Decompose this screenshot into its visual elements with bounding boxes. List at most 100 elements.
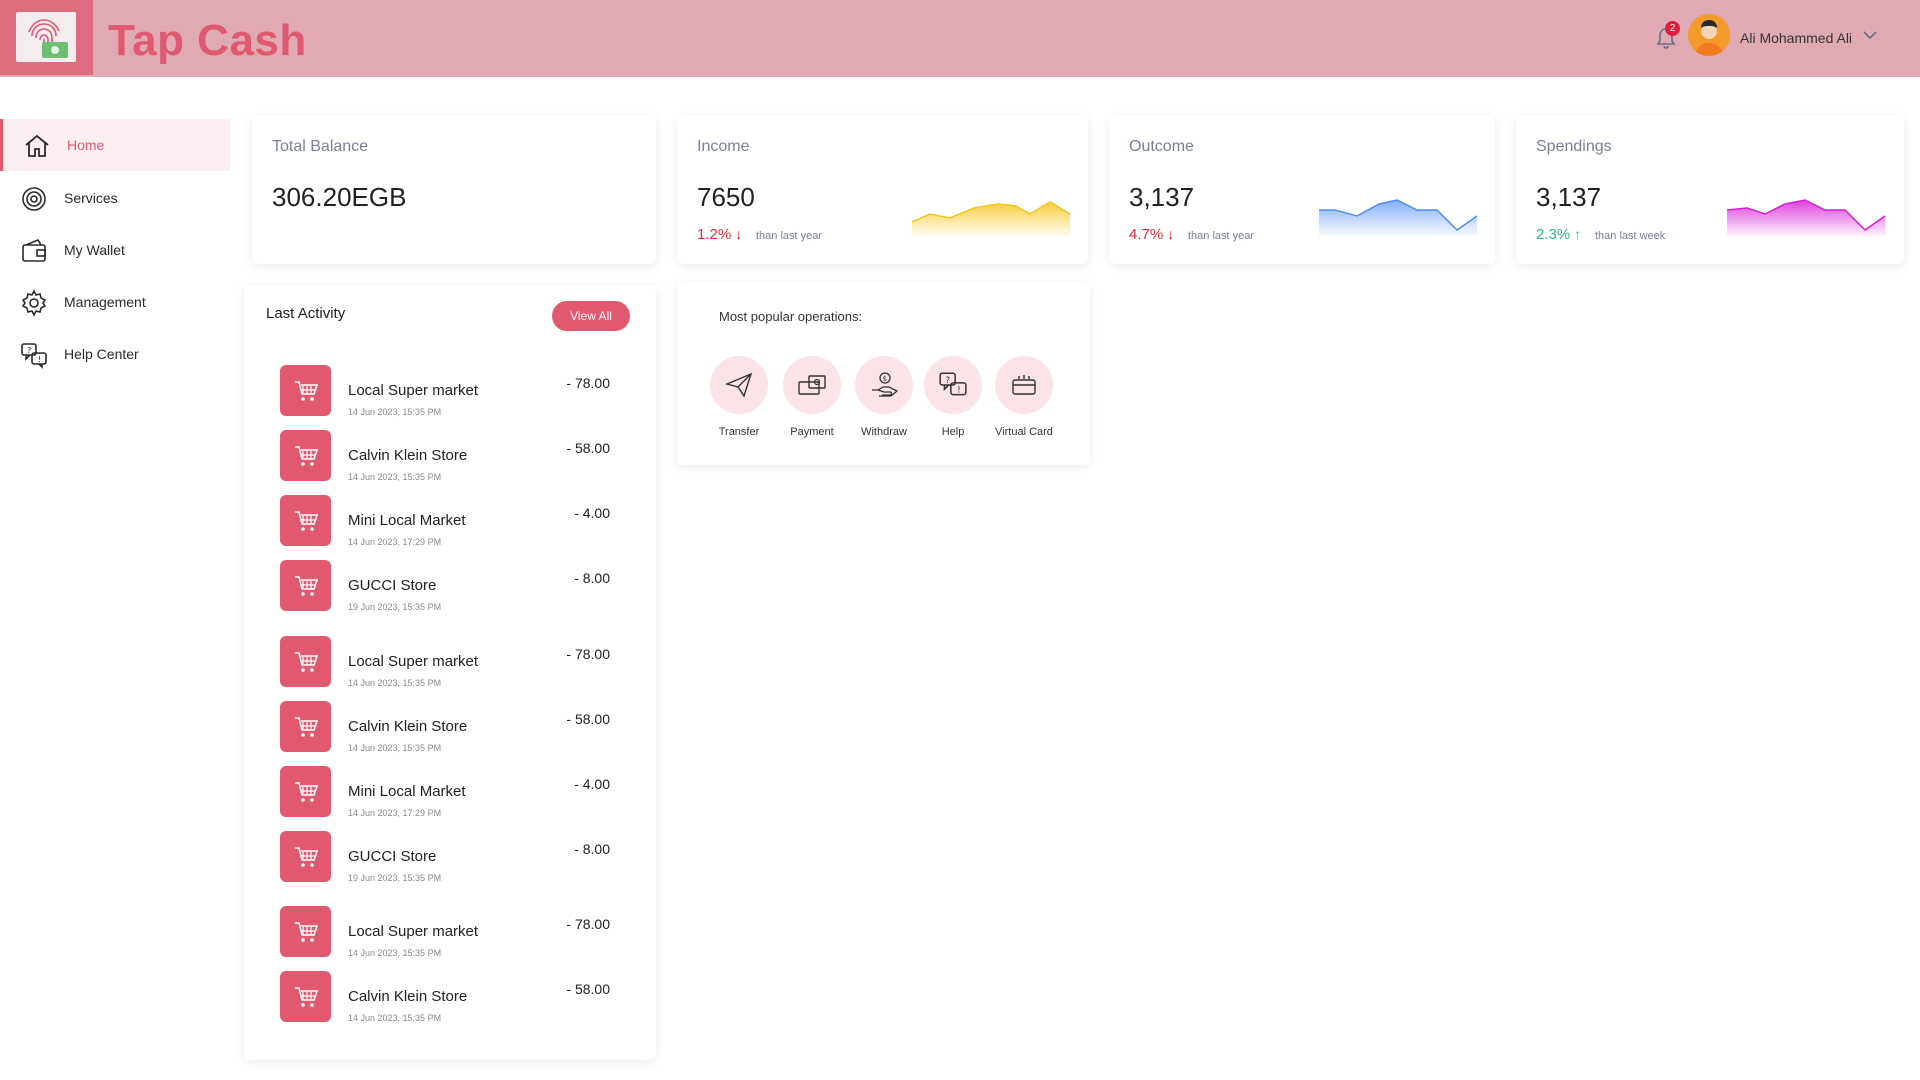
activity-date: 19 Jun 2023, 15:35 PM [348,602,442,612]
app-title: Tap Cash [108,16,307,65]
sidebar-item-label: Services [64,190,118,206]
svg-text:?: ? [27,346,31,355]
svg-text:$: $ [883,375,887,383]
activity-row[interactable]: Local Super market 14 Jun 2023, 15:35 PM -… [280,906,610,966]
activity-row[interactable]: Calvin Klein Store 14 Jun 2023, 15:35 PM -… [280,971,610,1031]
spendings-delta-percent: 2.3% [1536,226,1571,243]
operation-payment[interactable]: Payment [772,356,852,438]
activity-merchant: Calvin Klein Store [348,988,468,1005]
operation-label: Withdraw [861,426,907,438]
payment-icon [783,356,841,414]
shopping-cart-icon [280,701,331,752]
income-label: Income [697,138,750,155]
sidebar-item-home[interactable]: Home [0,119,230,171]
view-all-button[interactable]: View All [552,301,630,331]
activity-row[interactable]: Mini Local Market 14 Jun 2023, 17:29 PM - … [280,495,610,555]
operation-label: Payment [790,426,834,438]
user-name[interactable]: Ali Mohammed Ali [1740,30,1852,46]
activity-date: 14 Jun 2023, 15:35 PM [348,678,442,688]
operation-label: Help [941,426,965,438]
outcome-delta: 4.7% ↓ than last year [1129,226,1254,243]
activity-merchant: Calvin Klein Store [348,447,468,464]
activity-amount: - 8.00 [574,570,610,586]
operation-transfer[interactable]: Transfer [699,356,779,438]
sidebar-item-management[interactable]: Management [0,276,230,328]
notification-badge: 2 [1665,21,1680,36]
gear-icon [21,289,47,317]
arrow-up-icon: ↑ [1574,226,1582,242]
activity-row[interactable]: Mini Local Market 14 Jun 2023, 17:29 PM - … [280,766,610,826]
sidebar-item-services[interactable]: Services [0,172,230,224]
operation-virtual-card[interactable]: Virtual Card [984,356,1064,438]
app-logo[interactable] [0,0,93,75]
activity-amount: - 4.00 [574,505,610,521]
activity-amount: - 58.00 [566,981,610,997]
activity-row[interactable]: Local Super market 14 Jun 2023, 15:35 PM -… [280,636,610,696]
income-delta-caption: than last year [755,230,823,242]
fingerprint-cash-icon [16,12,76,62]
activity-amount: - 58.00 [566,711,610,727]
operation-help[interactable]: ?! Help [913,356,993,438]
total-balance-value: 306.20EGB [272,182,407,212]
activity-merchant: Calvin Klein Store [348,718,468,735]
sidebar-item-label: Home [67,137,105,153]
activity-date: 14 Jun 2023, 15:35 PM [348,948,442,958]
shopping-cart-icon [280,495,331,546]
activity-row[interactable]: Calvin Klein Store 14 Jun 2023, 15:35 PM -… [280,430,610,490]
top-bar: Tap Cash 2 Ali Mohammed Ali [0,0,1920,77]
operation-withdraw[interactable]: $ Withdraw [844,356,924,438]
svg-text:!: ! [38,355,41,364]
activity-amount: - 4.00 [574,776,610,792]
activity-date: 14 Jun 2023, 15:35 PM [348,1013,442,1023]
virtual-card-icon [995,356,1053,414]
activity-row[interactable]: Local Super market 14 Jun 2023, 15:35 PM -… [280,365,610,425]
arrow-down-icon: ↓ [1167,226,1175,242]
activity-amount: - 78.00 [566,375,610,391]
shopping-cart-icon [280,365,331,416]
shopping-cart-icon [280,560,331,611]
shopping-cart-icon [280,636,331,687]
spendings-value: 3,137 [1536,182,1602,212]
sidebar-item-my-wallet[interactable]: My Wallet [0,224,230,276]
activity-row[interactable]: GUCCI Store 19 Jun 2023, 15:35 PM - 8.00 [280,831,610,891]
home-icon [25,134,49,157]
outcome-sparkline [1319,199,1478,236]
activity-date: 14 Jun 2023, 17:29 PM [348,808,442,818]
sidebar-item-help-center[interactable]: ? ! Help Center [0,328,230,380]
total-balance-card: Total Balance 306.20EGB [252,116,656,264]
help-chat-icon: ? ! [21,343,47,369]
activity-merchant: Mini Local Market [348,783,466,800]
activity-date: 14 Jun 2023, 15:35 PM [348,743,442,753]
activity-row[interactable]: GUCCI Store 19 Jun 2023, 15:35 PM - 8.00 [280,560,610,620]
activity-amount: - 78.00 [566,646,610,662]
services-icon [22,187,46,211]
activity-merchant: Local Super market [348,653,479,670]
last-activity-title: Last Activity [266,305,346,322]
chevron-down-icon[interactable] [1862,30,1878,40]
outcome-delta-percent: 4.7% [1129,226,1164,243]
sidebar-item-label: Help Center [64,346,139,362]
spendings-delta: 2.3% ↑ than last week [1536,226,1665,243]
sidebar-item-label: Management [64,294,146,310]
spendings-delta-caption: than last week [1594,230,1666,242]
outcome-label: Outcome [1129,138,1194,155]
income-delta-percent: 1.2% [697,226,732,243]
shopping-cart-icon [280,430,331,481]
activity-merchant: Local Super market [348,382,479,399]
avatar[interactable] [1688,14,1730,56]
shopping-cart-icon [280,971,331,1022]
income-value: 7650 [697,182,755,212]
spendings-card: Spendings 3,137 2.3% ↑ than last week [1516,116,1904,264]
shopping-cart-icon [280,906,331,957]
activity-row[interactable]: Calvin Klein Store 14 Jun 2023, 15:35 PM -… [280,701,610,761]
activity-merchant: Local Super market [348,923,479,940]
paper-plane-icon [710,356,768,414]
activity-date: 19 Jun 2023, 15:35 PM [348,873,442,883]
shopping-cart-icon [280,766,331,817]
svg-text:?: ? [946,376,951,386]
income-delta: 1.2% ↓ than last year [697,226,822,243]
svg-text:!: ! [957,386,960,396]
arrow-down-icon: ↓ [735,226,743,242]
withdraw-hand-icon: $ [855,356,913,414]
outcome-delta-caption: than last year [1187,230,1255,242]
